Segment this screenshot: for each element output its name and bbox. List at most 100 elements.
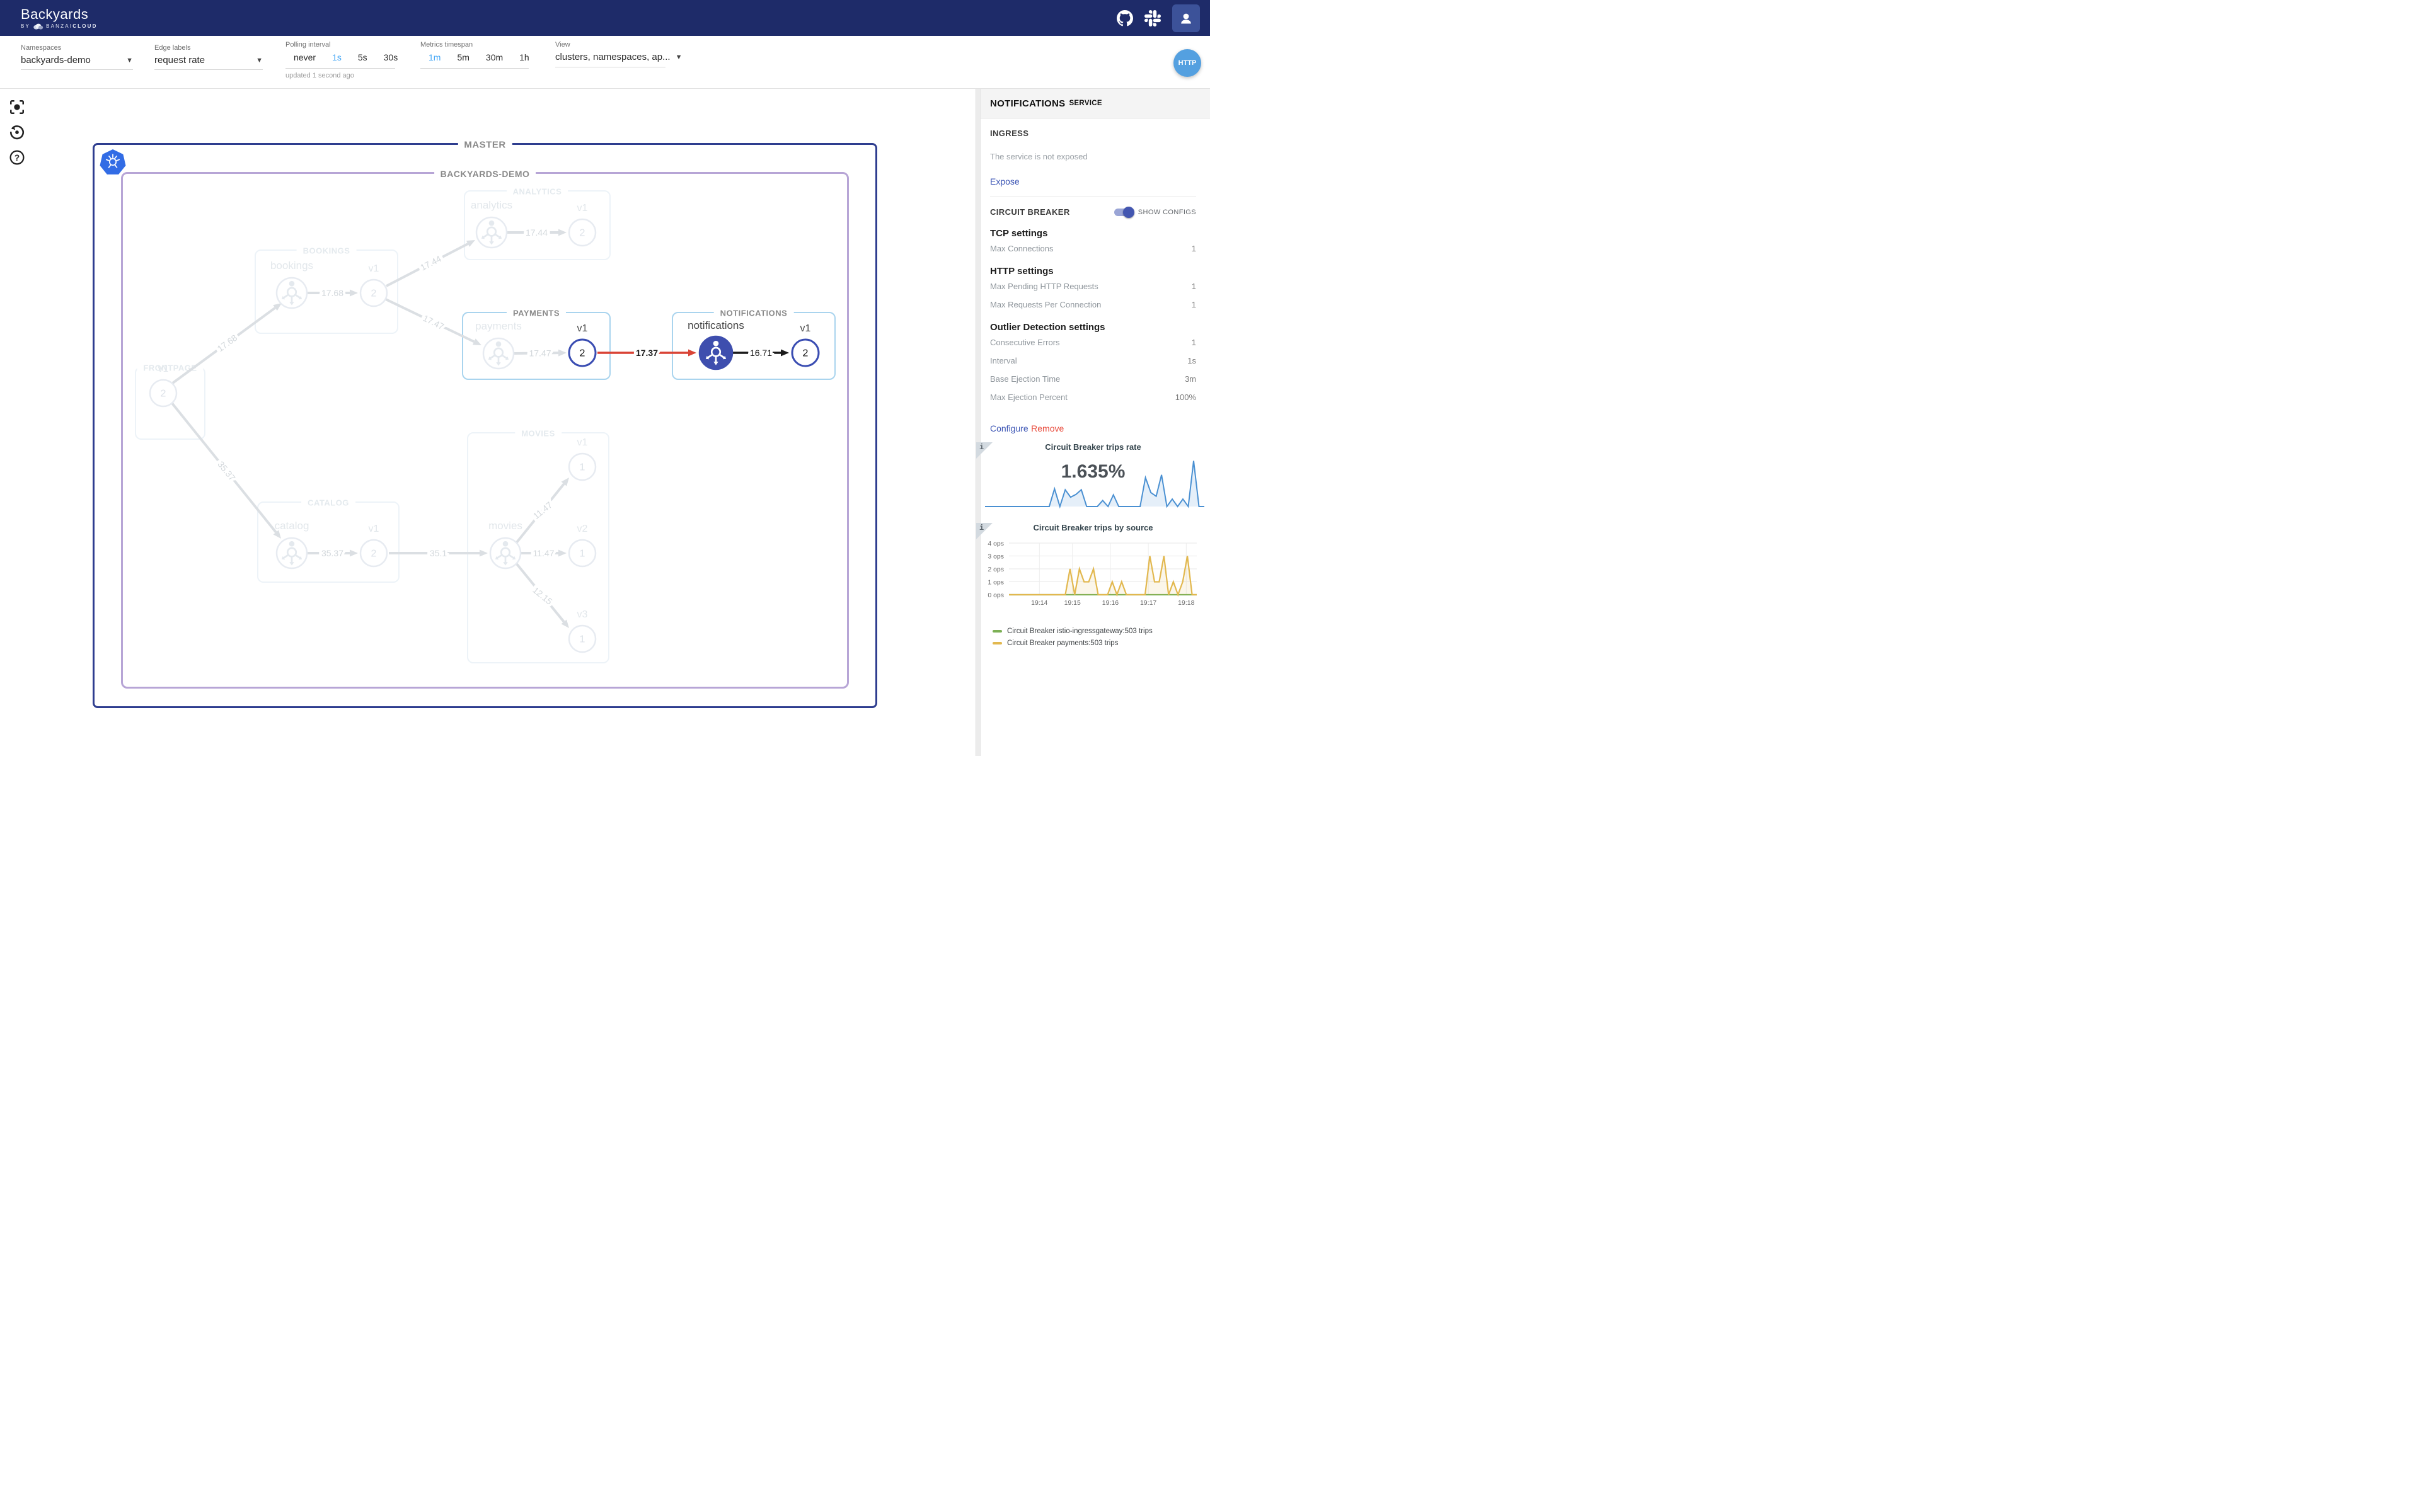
chart-trips-rate-title: Circuit Breaker trips rate bbox=[976, 442, 1210, 452]
show-configs-toggle[interactable] bbox=[1114, 209, 1133, 216]
expose-link[interactable]: Expose bbox=[990, 176, 1020, 186]
view-select[interactable]: View clusters, namespaces, ap... ▼ bbox=[555, 41, 666, 67]
polling-option-30s[interactable]: 30s bbox=[376, 51, 406, 64]
svg-text:19:15: 19:15 bbox=[1064, 599, 1081, 607]
help-icon[interactable]: ? bbox=[9, 149, 25, 166]
view-value: clusters, namespaces, ap... bbox=[555, 52, 671, 62]
brand-name: BANZAICLOUD bbox=[46, 23, 98, 29]
node-payments-v1-title: v1 bbox=[577, 323, 588, 334]
node-catalog-title: catalog bbox=[275, 520, 309, 532]
node-movies-v3[interactable]: 1 bbox=[569, 626, 596, 652]
node-notifications[interactable] bbox=[700, 336, 732, 369]
metrics-timespan-label: Metrics timespan bbox=[420, 41, 529, 49]
updated-status: updated 1 second ago bbox=[285, 72, 395, 79]
settings-section-heading: HTTP settings bbox=[990, 266, 1196, 277]
node-analytics-v1[interactable]: 2 bbox=[569, 219, 596, 246]
node-movies-v1-title: v1 bbox=[577, 437, 588, 448]
svg-text:2: 2 bbox=[580, 228, 585, 239]
topology-graph[interactable]: MASTERBACKYARDS-DEMOANALYTICSBOOKINGSPAY… bbox=[0, 89, 976, 756]
metrics-option-30m[interactable]: 30m bbox=[478, 51, 511, 64]
node-bookings[interactable] bbox=[277, 278, 307, 308]
setting-value: 1 bbox=[1192, 280, 1196, 292]
setting-label: Consecutive Errors bbox=[990, 336, 1110, 348]
configure-link[interactable]: Configure bbox=[990, 423, 1028, 433]
polling-interval-control: Polling interval never1s5s30s updated 1 … bbox=[285, 41, 395, 79]
kubernetes-icon bbox=[99, 148, 127, 177]
svg-text:2: 2 bbox=[371, 289, 377, 299]
node-analytics[interactable] bbox=[476, 217, 507, 248]
svg-text:1: 1 bbox=[580, 462, 585, 473]
node-notifications-v1[interactable]: 2 bbox=[792, 340, 819, 366]
chart-trips-by-source-title: Circuit Breaker trips by source bbox=[976, 523, 1210, 532]
legend-item[interactable]: Circuit Breaker istio-ingressgateway:503… bbox=[993, 627, 1153, 635]
edge-catalog-v1-label: 35.37 bbox=[321, 548, 343, 558]
svg-text:1 ops: 1 ops bbox=[988, 579, 1004, 587]
setting-value: 1s bbox=[1187, 355, 1196, 367]
remove-link[interactable]: Remove bbox=[1031, 423, 1064, 433]
svg-text:2 ops: 2 ops bbox=[988, 566, 1004, 573]
svg-text:2: 2 bbox=[803, 348, 809, 359]
edge-movies-v3-label: 12.15 bbox=[531, 585, 554, 607]
edge-notifications-v1-label: 16.71 bbox=[750, 348, 772, 358]
node-catalog[interactable] bbox=[277, 538, 307, 568]
polling-interval-label: Polling interval bbox=[285, 41, 395, 49]
panel-title-name: NOTIFICATIONS bbox=[990, 98, 1065, 109]
chart-trips-rate: i Circuit Breaker trips rate 1.635% bbox=[976, 442, 1210, 515]
namespaces-select[interactable]: Namespaces backyards-demo ▼ bbox=[21, 44, 133, 70]
svg-text:0 ops: 0 ops bbox=[988, 592, 1004, 599]
github-icon[interactable] bbox=[1117, 10, 1133, 26]
setting-label: Interval bbox=[990, 355, 1110, 367]
edge-labels-select[interactable]: Edge labels request rate ▼ bbox=[154, 44, 263, 70]
svg-text:4 ops: 4 ops bbox=[988, 540, 1004, 547]
edge-labels-label: Edge labels bbox=[154, 44, 263, 52]
toggle-knob bbox=[1123, 207, 1134, 218]
setting-row: Max Requests Per Connection1 bbox=[990, 299, 1196, 311]
setting-label: Max Ejection Percent bbox=[990, 391, 1110, 403]
chevron-down-icon: ▼ bbox=[676, 54, 683, 61]
app-logo[interactable]: Backyards BY BANZAICLOUD bbox=[21, 7, 98, 30]
chart-trips-by-source: i Circuit Breaker trips by source 0 ops1… bbox=[976, 523, 1210, 668]
metrics-option-1m[interactable]: 1m bbox=[420, 51, 449, 64]
settings-section-heading: Outlier Detection settings bbox=[990, 322, 1196, 333]
show-configs-label: SHOW CONFIGS bbox=[1138, 209, 1196, 216]
node-notifications-title: notifications bbox=[688, 319, 744, 331]
metrics-timespan-options: 1m5m30m1h bbox=[420, 49, 529, 69]
edge-movies-v1-label: 11.47 bbox=[531, 500, 555, 521]
user-menu-button[interactable] bbox=[1172, 4, 1200, 32]
polling-option-5s[interactable]: 5s bbox=[350, 51, 376, 64]
node-payments[interactable] bbox=[483, 338, 514, 369]
node-movies-v2[interactable]: 1 bbox=[569, 540, 596, 566]
metrics-timespan-control: Metrics timespan 1m5m30m1h bbox=[420, 41, 529, 69]
setting-row: Max Ejection Percent100% bbox=[990, 391, 1196, 403]
svg-text:?: ? bbox=[14, 153, 20, 163]
node-catalog-v1-title: v1 bbox=[369, 524, 379, 534]
protocol-badge-http[interactable]: HTTP bbox=[1173, 49, 1201, 77]
node-movies[interactable] bbox=[490, 538, 521, 568]
node-movies-v3-title: v3 bbox=[577, 609, 588, 620]
setting-value: 3m bbox=[1185, 373, 1196, 385]
slack-icon[interactable] bbox=[1144, 10, 1161, 26]
panel-title-suffix: SERVICE bbox=[1069, 100, 1102, 107]
legend-label: Circuit Breaker payments:503 trips bbox=[1007, 639, 1118, 647]
node-payments-v1[interactable]: 2 bbox=[569, 340, 596, 366]
legend-item[interactable]: Circuit Breaker payments:503 trips bbox=[993, 639, 1153, 647]
polling-option-never[interactable]: never bbox=[285, 51, 324, 64]
svg-text:2: 2 bbox=[161, 389, 166, 399]
legend-swatch bbox=[993, 630, 1002, 633]
node-frontpage-v1-title: v1 bbox=[158, 364, 169, 374]
node-movies-v1[interactable]: 1 bbox=[569, 454, 596, 480]
reset-view-icon[interactable] bbox=[9, 124, 25, 140]
node-frontpage-v1[interactable]: 2 bbox=[150, 380, 176, 406]
metrics-option-1h[interactable]: 1h bbox=[511, 51, 538, 64]
node-catalog-v1[interactable]: 2 bbox=[360, 540, 387, 566]
center-graph-icon[interactable] bbox=[9, 99, 25, 115]
graph-toolbar: Namespaces backyards-demo ▼ Edge labels … bbox=[0, 36, 1210, 89]
metrics-option-5m[interactable]: 5m bbox=[449, 51, 477, 64]
setting-value: 1 bbox=[1192, 299, 1196, 311]
edge-analytics-v1-label: 17.44 bbox=[526, 227, 548, 238]
chevron-down-icon: ▼ bbox=[256, 57, 263, 64]
polling-option-1s[interactable]: 1s bbox=[324, 51, 350, 64]
node-bookings-v1[interactable]: 2 bbox=[360, 280, 387, 306]
node-notifications-v1-title: v1 bbox=[800, 323, 811, 334]
edge-bookings-v1-label: 17.68 bbox=[321, 288, 343, 298]
